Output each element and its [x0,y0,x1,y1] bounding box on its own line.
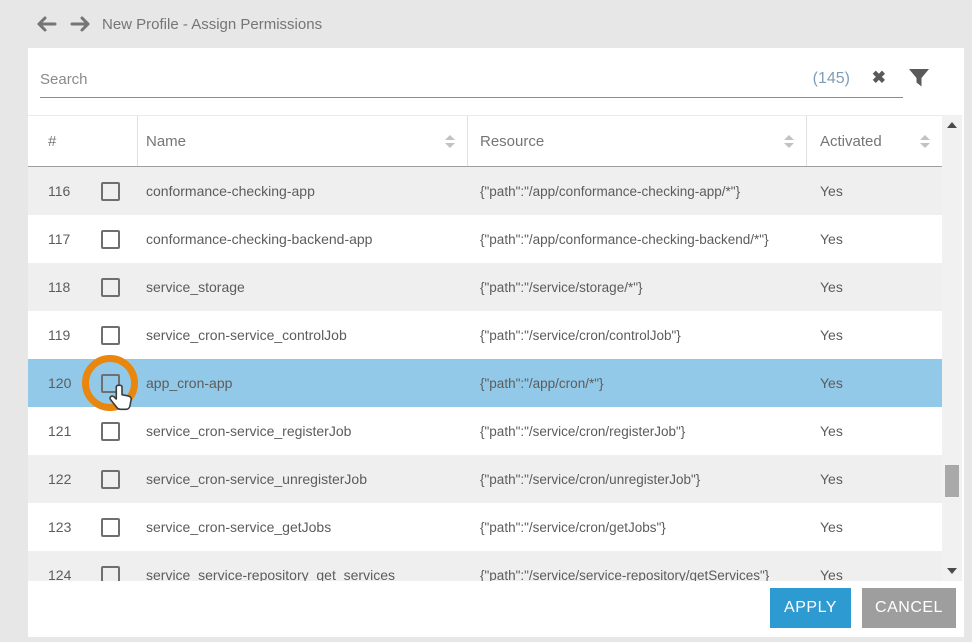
row-checkbox[interactable] [101,470,120,489]
resource-cell: {"path":"/service/storage/*"} [468,280,807,295]
filter-funnel-icon[interactable] [908,68,930,93]
row-number-cell: 117 [28,230,138,249]
activated-cell: Yes [807,231,942,247]
column-header-name[interactable]: Name [138,116,468,166]
name-cell: conformance-checking-backend-app [138,231,468,247]
row-number: 123 [48,519,101,535]
permissions-panel: (145) ✖ # Name Resource Activated [28,48,964,637]
table-row[interactable]: 124 service_service-repository_get_servi… [28,551,942,581]
activated-cell: Yes [807,375,942,391]
resource-cell: {"path":"/app/cron/*"} [468,376,807,391]
row-number-cell: 120 [28,374,138,393]
resource-cell: {"path":"/service/service-repository/get… [468,568,807,582]
row-number: 118 [48,279,101,295]
table-row[interactable]: 123 service_cron-service_getJobs {"path"… [28,503,942,551]
table-row[interactable]: 120 app_cron-app {"path":"/app/cron/*"} … [28,359,942,407]
activated-cell: Yes [807,567,942,581]
sort-arrows-icon[interactable] [784,135,794,148]
table-row[interactable]: 118 service_storage {"path":"/service/st… [28,263,942,311]
row-number-cell: 122 [28,470,138,489]
row-checkbox[interactable] [101,182,120,201]
name-cell: service_cron-service_registerJob [138,423,468,439]
scrollbar-thumb[interactable] [945,465,959,497]
row-checkbox[interactable] [101,518,120,537]
table-row[interactable]: 119 service_cron-service_controlJob {"pa… [28,311,942,359]
row-number-cell: 124 [28,566,138,582]
name-cell: service_cron-service_controlJob [138,327,468,343]
row-number: 116 [48,183,101,199]
row-checkbox[interactable] [101,278,120,297]
apply-button[interactable]: APPLY [770,588,851,628]
page-title: New Profile - Assign Permissions [102,16,322,33]
activated-cell: Yes [807,471,942,487]
row-checkbox[interactable] [101,326,120,345]
name-cell: service_cron-service_getJobs [138,519,468,535]
name-cell: service_cron-service_unregisterJob [138,471,468,487]
row-number-cell: 121 [28,422,138,441]
cancel-button[interactable]: CANCEL [862,588,956,628]
table-row[interactable]: 122 service_cron-service_unregisterJob {… [28,455,942,503]
row-number: 121 [48,423,101,439]
name-cell: conformance-checking-app [138,183,468,199]
resource-cell: {"path":"/service/cron/getJobs"} [468,520,807,535]
sort-arrows-icon[interactable] [920,135,930,148]
resource-cell: {"path":"/app/conformance-checking-app/*… [468,184,807,199]
row-number: 120 [48,375,101,391]
resource-cell: {"path":"/service/cron/controlJob"} [468,328,807,343]
search-area: (145) ✖ [28,48,964,115]
table-header-row: # Name Resource Activated [28,115,942,167]
row-number-cell: 118 [28,278,138,297]
row-number: 122 [48,471,101,487]
resource-cell: {"path":"/service/cron/registerJob"} [468,424,807,439]
result-count: (145) [813,70,850,88]
vertical-scrollbar[interactable] [942,115,962,581]
name-cell: service_storage [138,279,468,295]
row-number: 117 [48,231,101,247]
row-number-cell: 119 [28,326,138,345]
activated-cell: Yes [807,183,942,199]
row-checkbox[interactable] [101,422,120,441]
back-arrow-icon[interactable] [35,15,57,33]
activated-cell: Yes [807,423,942,439]
table-body: 116 conformance-checking-app {"path":"/a… [28,167,942,581]
forward-arrow-icon[interactable] [70,15,92,33]
scroll-up-button[interactable] [942,117,962,133]
activated-cell: Yes [807,519,942,535]
name-cell: app_cron-app [138,375,468,391]
clear-search-icon[interactable]: ✖ [872,68,886,88]
table-row[interactable]: 121 service_cron-service_registerJob {"p… [28,407,942,455]
sort-arrows-icon[interactable] [445,135,455,148]
row-number: 124 [48,567,101,581]
row-number-cell: 116 [28,182,138,201]
row-checkbox[interactable] [101,374,120,393]
column-header-number: # [28,116,138,166]
row-number: 119 [48,327,101,343]
table-row[interactable]: 117 conformance-checking-backend-app {"p… [28,215,942,263]
top-bar: New Profile - Assign Permissions [0,0,972,48]
resource-cell: {"path":"/app/conformance-checking-backe… [468,232,807,247]
search-input[interactable] [40,62,903,98]
row-checkbox[interactable] [101,566,120,582]
table-row[interactable]: 116 conformance-checking-app {"path":"/a… [28,167,942,215]
row-number-cell: 123 [28,518,138,537]
row-checkbox[interactable] [101,230,120,249]
activated-cell: Yes [807,327,942,343]
column-header-activated[interactable]: Activated [807,116,942,166]
activated-cell: Yes [807,279,942,295]
scroll-down-button[interactable] [942,563,962,579]
permissions-table: # Name Resource Activated 116 conformanc… [28,115,942,581]
name-cell: service_service-repository_get_services [138,567,468,581]
resource-cell: {"path":"/service/cron/unregisterJob"} [468,472,807,487]
column-header-resource[interactable]: Resource [468,116,807,166]
